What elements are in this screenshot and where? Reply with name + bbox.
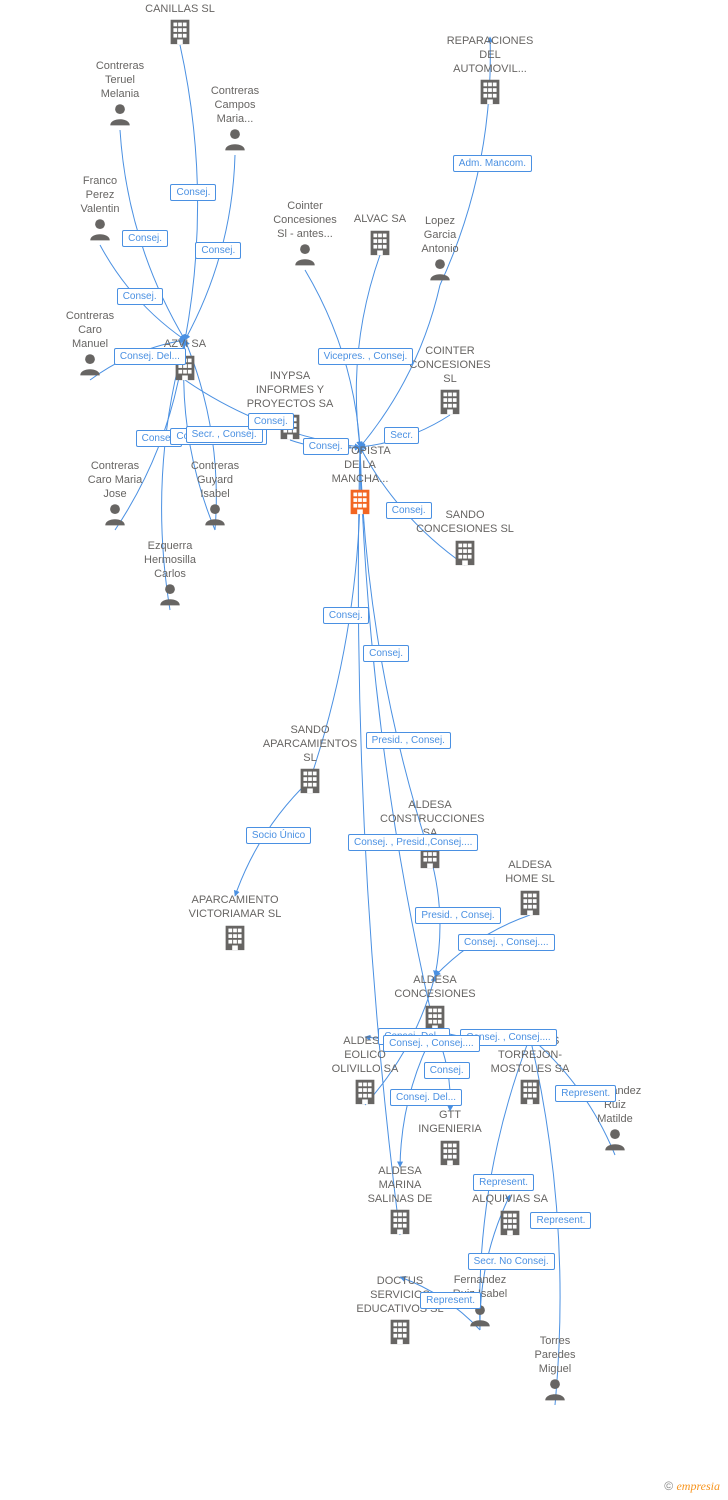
person-icon [102, 501, 128, 527]
node-label: Contreras Teruel Melania [70, 60, 170, 101]
node-label: ALDESA CONCESIONES [385, 974, 485, 1002]
node-label: COINTER CONCESIONES SL [400, 345, 500, 386]
edge-label: Consej. , Consej.... [383, 1035, 479, 1052]
edge-label: Consej. Del... [114, 348, 186, 365]
building-icon [385, 1316, 415, 1346]
building-icon [165, 16, 195, 46]
node-label: Ezquerra Hermosilla Carlos [120, 540, 220, 581]
building-icon [220, 922, 250, 952]
edge-label: Consej. [122, 230, 168, 247]
building-icon [435, 1137, 465, 1167]
node-label: Torres Paredes Miguel [505, 1335, 605, 1376]
edge-label: Consej. [248, 413, 294, 430]
building-icon [420, 1002, 450, 1032]
edge-label: Adm. Mancom. [453, 155, 532, 172]
node-n21[interactable]: ALDESA CONCESIONES [385, 974, 485, 1036]
edge-label: Consej. , Presid.,Consej.... [348, 834, 478, 851]
building-icon [345, 486, 375, 516]
node-label: GTT INGENIERIA [400, 1109, 500, 1137]
copyright-symbol: © [664, 1479, 673, 1493]
node-n0[interactable]: EXPLOTACIONES AGRICOLAS CANILLAS SL [130, 0, 230, 51]
edge-label: Represent. [555, 1085, 616, 1102]
diagram-canvas: © empresia EXPLOTACIONES AGRICOLAS CANIL… [0, 0, 728, 1500]
node-n14[interactable]: Contreras Caro Maria Jose [65, 460, 165, 532]
person-icon [107, 101, 133, 127]
node-n3[interactable]: REPARACIONES DEL AUTOMOVIL... [440, 35, 540, 111]
edge-label: Presid. , Consej. [415, 907, 500, 924]
node-n16[interactable]: Ezquerra Hermosilla Carlos [120, 540, 220, 612]
node-label: EXPLOTACIONES AGRICOLAS CANILLAS SL [130, 0, 230, 16]
edge-label: Consej. [303, 438, 349, 455]
person-icon [87, 216, 113, 242]
building-icon [495, 1207, 525, 1237]
node-n1[interactable]: Contreras Teruel Melania [70, 60, 170, 132]
person-icon [292, 241, 318, 267]
node-n2[interactable]: Contreras Campos Maria... [185, 85, 285, 157]
edge-label: Represent. [420, 1292, 481, 1309]
edge-label: Consej. [170, 184, 216, 201]
edge-label: Consej. [363, 645, 409, 662]
node-label: Contreras Campos Maria... [185, 85, 285, 126]
building-icon [295, 765, 325, 795]
node-n30[interactable]: Torres Paredes Miguel [505, 1335, 605, 1407]
edge-label: Consej. , Consej.... [458, 934, 554, 951]
node-label: ALDESA HOME SL [480, 859, 580, 887]
edge-label: Represent. [530, 1212, 591, 1229]
edge-label: Presid. , Consej. [366, 732, 451, 749]
edge-label: Consej. Del... [390, 1089, 462, 1106]
node-label: REPARACIONES DEL AUTOMOVIL... [440, 35, 540, 76]
node-label: Contreras Caro Maria Jose [65, 460, 165, 501]
node-label: Contreras Caro Manuel [40, 310, 140, 351]
edge-label: Vicepres. , Consej. [318, 348, 414, 365]
node-n24[interactable]: GTT INGENIERIA [400, 1109, 500, 1171]
edge-label: Socio Único [246, 827, 311, 844]
node-n19[interactable]: APARCAMIENTO VICTORIAMAR SL [185, 894, 285, 956]
node-label: ALQUIVIAS SA [460, 1193, 560, 1207]
edge-label: Consej. [386, 502, 432, 519]
edge-label: Secr. No Consej. [468, 1253, 555, 1270]
person-icon [157, 581, 183, 607]
edge-label: Consej. [117, 288, 163, 305]
node-label: Franco Perez Valentin [50, 175, 150, 216]
building-icon [385, 1206, 415, 1236]
node-n10[interactable]: COINTER CONCESIONES SL [400, 345, 500, 421]
node-n17[interactable]: SANDO APARCAMIENTOS SL [260, 724, 360, 800]
edge-label: Consej. [424, 1062, 470, 1079]
node-label: APARCAMIENTO VICTORIAMAR SL [185, 894, 285, 922]
person-icon [427, 256, 453, 282]
node-label: Contreras Guyard Isabel [165, 460, 265, 501]
person-icon [602, 1126, 628, 1152]
person-icon [542, 1376, 568, 1402]
node-n7[interactable]: Lopez Garcia Antonio [390, 215, 490, 287]
building-icon [515, 1076, 545, 1106]
edge-label: Consej. [323, 607, 369, 624]
building-icon [350, 1076, 380, 1106]
edge-label: Consej. [195, 242, 241, 259]
building-icon [450, 537, 480, 567]
credit-text: empresia [676, 1479, 720, 1493]
node-n15[interactable]: Contreras Guyard Isabel [165, 460, 265, 532]
person-icon [202, 501, 228, 527]
node-label: INYPSA INFORMES Y PROYECTOS SA [240, 370, 340, 411]
node-n26[interactable]: ALDESA MARINA SALINAS DE [350, 1165, 450, 1241]
node-label: Lopez Garcia Antonio [390, 215, 490, 256]
person-icon [222, 126, 248, 152]
edge-label: Secr. [384, 427, 419, 444]
node-label: ALDESA MARINA SALINAS DE [350, 1165, 450, 1206]
edge-label: Represent. [473, 1174, 534, 1191]
node-n8[interactable]: Contreras Caro Manuel [40, 310, 140, 382]
credit-line: © empresia [664, 1479, 720, 1494]
building-icon [435, 386, 465, 416]
node-label: SANDO APARCAMIENTOS SL [260, 724, 360, 765]
building-icon [475, 76, 505, 106]
person-icon [77, 351, 103, 377]
building-icon [515, 887, 545, 917]
